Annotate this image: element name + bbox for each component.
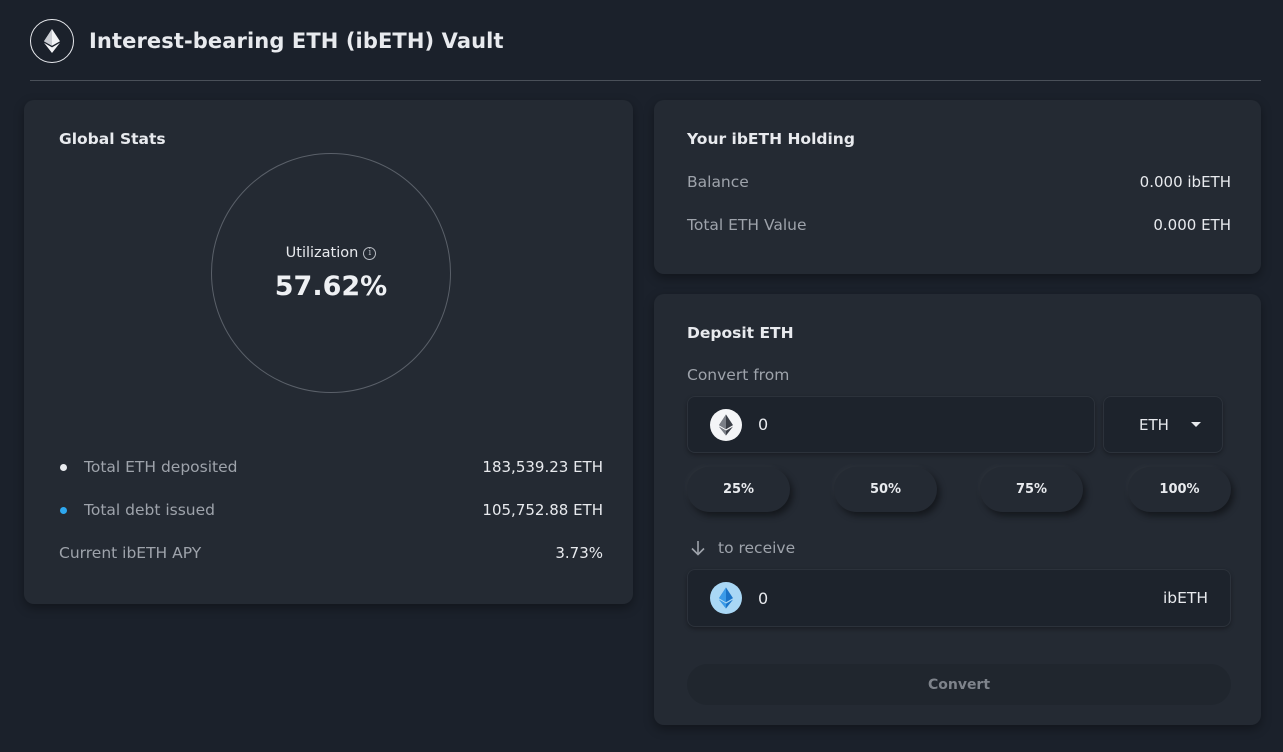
percent-25-button[interactable]: 25% — [687, 467, 790, 512]
stat-label: Total debt issued — [84, 501, 216, 519]
from-amount-field[interactable] — [687, 396, 1095, 453]
to-receive-row: to receive — [689, 539, 795, 557]
holding-card: Your ibETH Holding Balance 0.000 ibETH T… — [654, 100, 1261, 274]
page-header: Interest-bearing ETH (ibETH) Vault — [30, 18, 504, 64]
global-stats-card: Global Stats Utilization i 57.62% Total … — [24, 100, 633, 604]
eth-value-label: Total ETH Value — [687, 216, 807, 234]
ibeth-icon — [710, 582, 742, 614]
page-title: Interest-bearing ETH (ibETH) Vault — [89, 29, 504, 53]
receive-token-label: ibETH — [1162, 589, 1208, 607]
eth-value-row: Total ETH Value 0.000 ETH — [687, 214, 1231, 236]
stat-value: 105,752.88 ETH — [482, 501, 603, 519]
balance-row: Balance 0.000 ibETH — [687, 171, 1231, 193]
stat-row-total-deposited: Total ETH deposited 183,539.23 ETH — [59, 456, 603, 478]
white-dot-icon — [60, 463, 67, 471]
ethereum-icon — [710, 408, 742, 441]
stat-label: Total ETH deposited — [84, 458, 238, 476]
convert-button[interactable]: Convert — [687, 664, 1231, 705]
info-icon[interactable]: i — [363, 246, 377, 260]
token-select[interactable]: ETH — [1103, 396, 1223, 453]
balance-label: Balance — [687, 173, 749, 191]
convert-from-label: Convert from — [687, 366, 790, 384]
arrow-down-icon — [691, 541, 705, 556]
header-divider — [30, 80, 1261, 81]
global-stats-title: Global Stats — [59, 130, 166, 148]
utilization-ring: Utilization i 57.62% — [211, 153, 451, 393]
eth-value-value: 0.000 ETH — [1153, 216, 1231, 234]
receive-amount-value: 0 — [758, 588, 769, 608]
percent-50-button[interactable]: 50% — [834, 467, 937, 512]
vault-page: Interest-bearing ETH (ibETH) Vault Globa… — [0, 0, 1283, 752]
percent-100-button[interactable]: 100% — [1128, 467, 1231, 512]
stat-row-total-debt: Total debt issued 105,752.88 ETH — [59, 499, 603, 521]
stat-row-apy: Current ibETH APY 3.73% — [59, 542, 603, 564]
deposit-title: Deposit ETH — [687, 324, 794, 342]
utilization-value: 57.62% — [274, 271, 388, 302]
holding-title: Your ibETH Holding — [687, 130, 855, 148]
stat-value: 3.73% — [555, 544, 603, 562]
stat-label: Current ibETH APY — [59, 544, 202, 562]
chevron-down-icon — [1190, 422, 1201, 427]
utilization-label-row: Utilization i — [212, 245, 450, 261]
utilization-label: Utilization — [285, 245, 359, 261]
stat-value: 183,539.23 ETH — [482, 458, 603, 476]
from-amount-input[interactable] — [758, 415, 958, 434]
balance-value: 0.000 ibETH — [1139, 173, 1231, 191]
deposit-card: Deposit ETH Convert from ETH 25% 50% 75%… — [654, 294, 1261, 725]
ethereum-logo-icon — [30, 19, 74, 63]
token-select-value: ETH — [1139, 415, 1169, 434]
receive-amount-field: 0 ibETH — [687, 569, 1231, 627]
percent-75-button[interactable]: 75% — [980, 467, 1083, 512]
blue-dot-icon — [60, 506, 67, 514]
to-receive-label: to receive — [718, 539, 796, 557]
